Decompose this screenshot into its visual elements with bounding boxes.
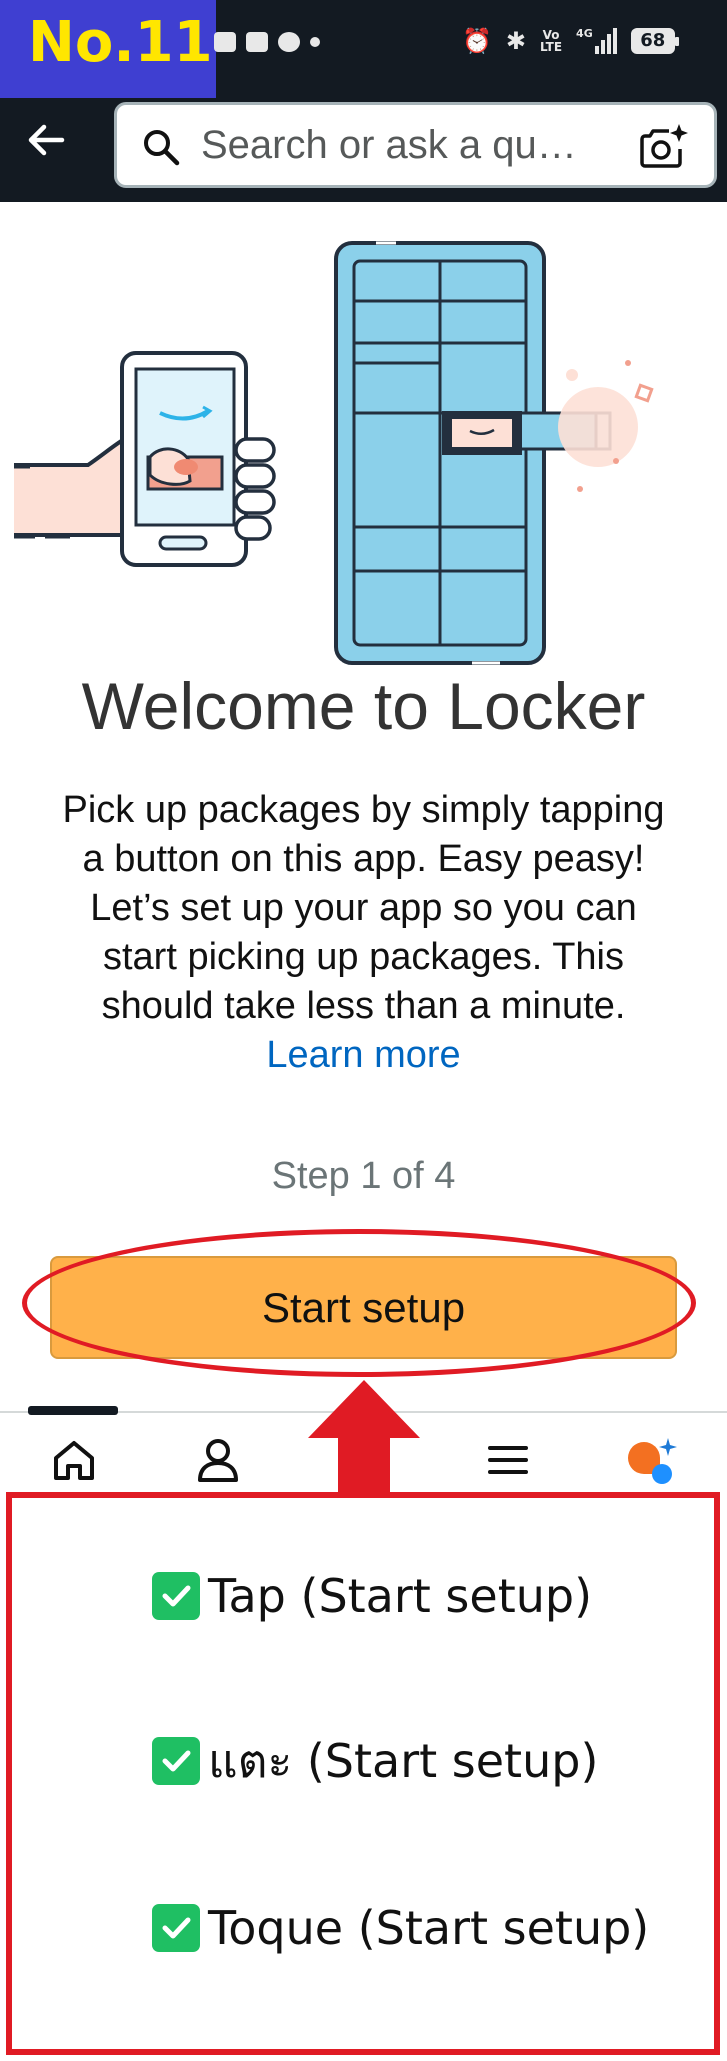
- search-placeholder: Search or ask a qu…: [201, 123, 577, 167]
- step-number-badge: No.11: [0, 0, 216, 98]
- bluetooth-icon: ✱: [505, 27, 526, 55]
- search-input[interactable]: Search or ask a qu…: [114, 102, 717, 188]
- instructions-box: Tap (Start setup) แตะ (Start setup) Toqu…: [6, 1492, 720, 2055]
- badge-label: No.11: [28, 10, 213, 75]
- signal-icon: 4G: [576, 28, 617, 54]
- account-icon[interactable]: [190, 1432, 246, 1488]
- signal-label: 4G: [576, 27, 593, 40]
- youtube-icon: [246, 32, 268, 52]
- notification-icons: [214, 26, 320, 58]
- instruction-item: แตะ (Start setup): [152, 1731, 598, 1791]
- camera-sparkle-icon[interactable]: [639, 121, 689, 171]
- arrow-up-icon: [308, 1380, 420, 1492]
- start-setup-button[interactable]: Start setup: [50, 1256, 677, 1359]
- volte-icon: Vo LTE: [540, 28, 563, 54]
- battery-level: 68: [640, 30, 666, 51]
- magnifier-icon: [144, 130, 180, 166]
- notification-app-icon: [214, 32, 236, 52]
- arrow-left-icon[interactable]: [22, 116, 70, 164]
- more-notifications-icon: [310, 37, 320, 47]
- instruction-item: Toque (Start setup): [152, 1898, 649, 1958]
- assistant-icon[interactable]: [622, 1432, 678, 1488]
- system-status-icons: ⏰ ✱ Vo LTE 4G 68: [462, 22, 679, 60]
- home-icon[interactable]: [46, 1432, 102, 1488]
- description-text: Pick up packages by simply tapping a but…: [62, 789, 665, 1027]
- step-indicator: Step 1 of 4: [271, 1155, 456, 1197]
- alarm-icon: ⏰: [462, 27, 492, 55]
- menu-icon[interactable]: [480, 1432, 536, 1488]
- active-tab-indicator: [28, 1406, 118, 1415]
- instruction-item: Tap (Start setup): [152, 1566, 592, 1626]
- welcome-description: Pick up packages by simply tapping a but…: [55, 786, 672, 1080]
- locker-illustration: [14, 241, 654, 665]
- instruction-text: Toque (Start setup): [208, 1901, 650, 1955]
- instruction-text: แตะ (Start setup): [208, 1733, 599, 1788]
- learn-more-link[interactable]: Learn more: [266, 1034, 460, 1076]
- instruction-text: Tap (Start setup): [208, 1569, 593, 1623]
- check-icon: [152, 1572, 200, 1620]
- line-icon: [278, 32, 300, 52]
- app-header: No.11 ⏰ ✱ Vo LTE 4G 68 Search or ask a qu…: [0, 0, 727, 202]
- battery-icon: 68: [630, 28, 679, 54]
- check-icon: [152, 1737, 200, 1785]
- page-title: Welcome to Locker: [81, 669, 646, 743]
- check-icon: [152, 1904, 200, 1952]
